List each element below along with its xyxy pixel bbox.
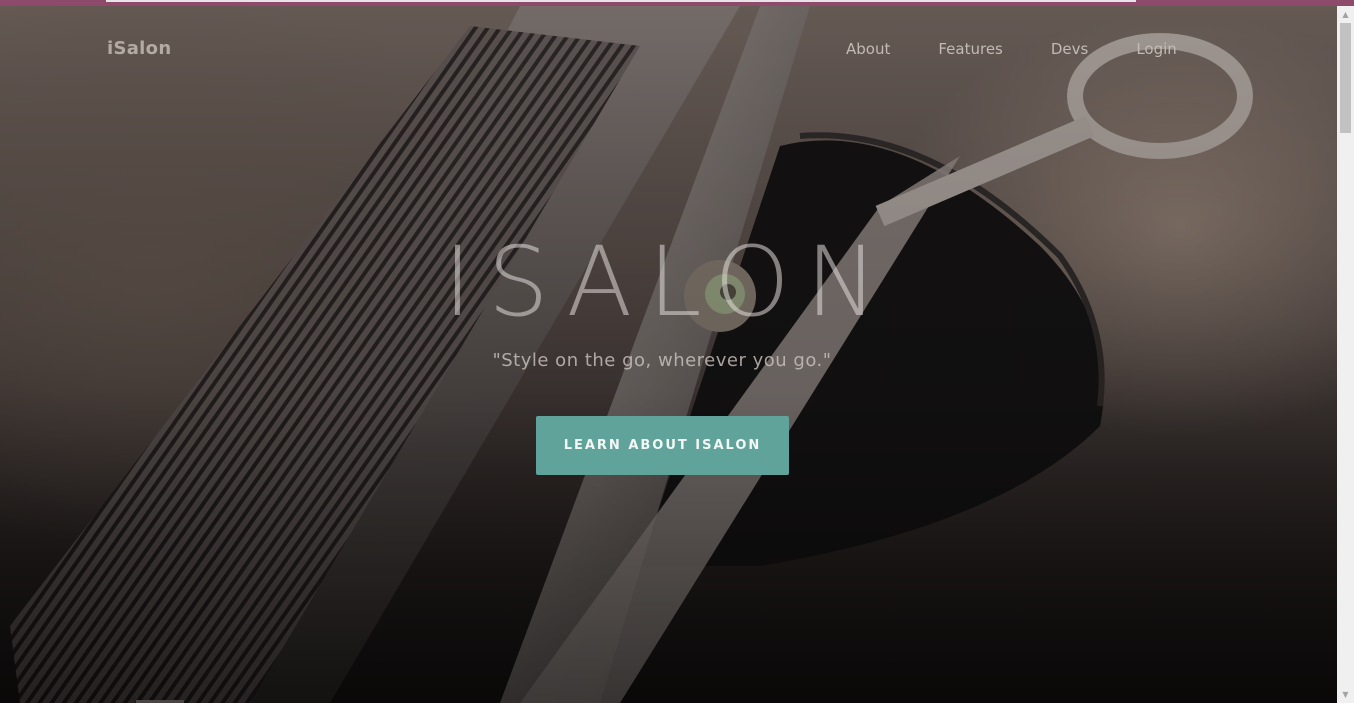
nav-link-features[interactable]: Features: [938, 40, 1003, 58]
hero-tagline: "Style on the go, wherever you go.": [492, 350, 832, 371]
browser-tab-strip: [106, 0, 1136, 2]
nav-link-login[interactable]: Login: [1136, 40, 1176, 58]
scroll-down-arrow-icon[interactable]: ▼: [1337, 686, 1354, 703]
hero-title: ISALON: [443, 226, 894, 338]
brand-logo-link[interactable]: iSalon: [107, 38, 171, 59]
hero-section: iSalon About Features Devs Login ISALON …: [0, 6, 1337, 703]
scrollbar-thumb[interactable]: [1340, 23, 1351, 133]
nav-link-about[interactable]: About: [846, 40, 890, 58]
main-nav: About Features Devs Login: [846, 40, 1177, 58]
scroll-up-arrow-icon[interactable]: ▲: [1337, 6, 1354, 23]
nav-link-devs[interactable]: Devs: [1051, 40, 1088, 58]
learn-about-button[interactable]: LEARN ABOUT ISALON: [536, 416, 789, 475]
vertical-scrollbar[interactable]: ▲ ▼: [1337, 6, 1354, 703]
